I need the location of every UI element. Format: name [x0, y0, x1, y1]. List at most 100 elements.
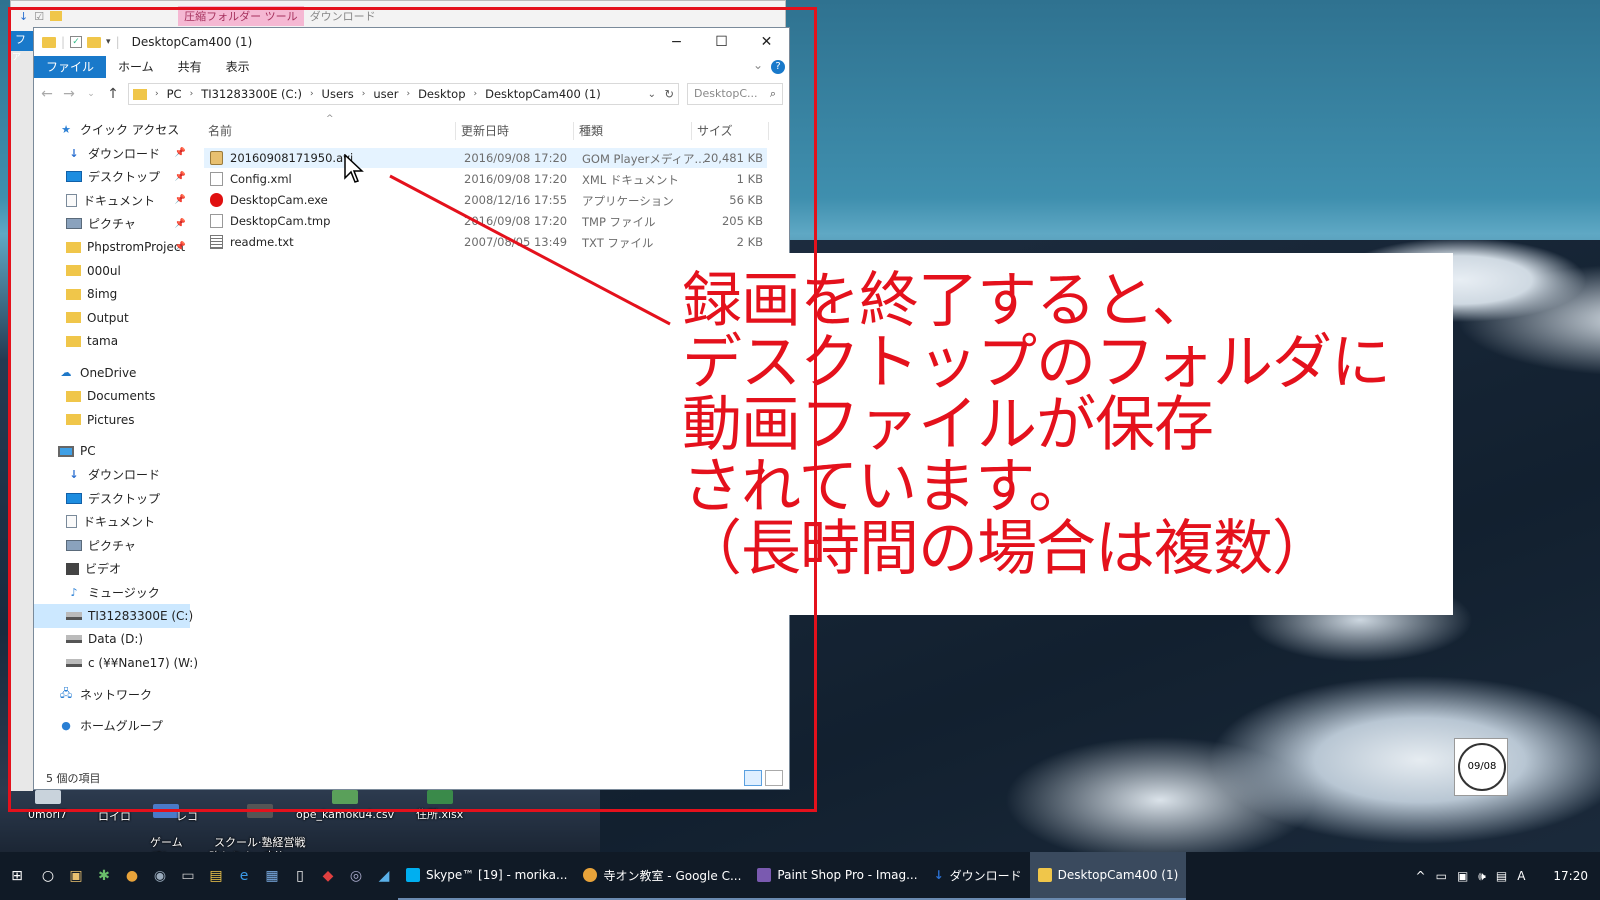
- table-row[interactable]: readme.txt 2007/08/05 13:49 TXT ファイル 2 K…: [204, 232, 767, 252]
- notification-icon[interactable]: ▤: [1496, 869, 1507, 883]
- chevron-right-icon[interactable]: ›: [155, 89, 159, 99]
- pinned-app-icon[interactable]: ▦: [258, 852, 286, 900]
- nav-item-downloads[interactable]: ↓ ダウンロード 📌: [34, 142, 190, 166]
- new-folder-icon[interactable]: [87, 36, 102, 48]
- desktop-icon-0mori7[interactable]: 0mori7: [28, 790, 67, 822]
- chevron-right-icon[interactable]: ›: [190, 89, 194, 99]
- pin-icon[interactable]: 📌: [175, 148, 186, 158]
- nav-homegroup[interactable]: ● ホームグループ: [34, 714, 190, 738]
- address-dropdown-icon[interactable]: ⌄: [648, 89, 656, 100]
- properties-icon[interactable]: ✓: [70, 36, 83, 48]
- pinned-app-icon[interactable]: ▭: [174, 852, 202, 900]
- desktop-icon-xlsx[interactable]: 住所.xlsx: [416, 790, 463, 822]
- column-header-name[interactable]: 名前: [204, 122, 456, 140]
- tab-home[interactable]: ホーム: [106, 56, 166, 78]
- nav-item-pc-videos[interactable]: ビデオ: [34, 557, 190, 581]
- file-explorer-icon[interactable]: ▤: [202, 852, 230, 900]
- details-view-button[interactable]: [744, 770, 762, 786]
- chevron-right-icon[interactable]: ›: [406, 89, 410, 99]
- background-file-tab[interactable]: ファ: [11, 31, 33, 62]
- ime-indicator[interactable]: A: [1517, 869, 1525, 883]
- forward-icon[interactable]: →: [62, 86, 76, 102]
- table-row[interactable]: DesktopCam.tmp 2016/09/08 17:20 TMP ファイル…: [204, 211, 767, 231]
- chevron-right-icon[interactable]: ›: [474, 89, 478, 99]
- breadcrumb-user[interactable]: user: [373, 87, 398, 101]
- column-header-date[interactable]: 更新日時: [457, 122, 574, 140]
- pin-icon[interactable]: 📌: [175, 172, 186, 182]
- nav-item-onedrive-documents[interactable]: Documents: [34, 385, 190, 409]
- expand-ribbon-icon[interactable]: ⌄: [753, 58, 763, 72]
- breadcrumb-current[interactable]: DesktopCam400 (1): [485, 87, 601, 101]
- start-icon[interactable]: ⊞: [0, 852, 34, 900]
- address-bar[interactable]: › PC › TI31283300E (C:) › Users › user ›…: [128, 83, 679, 105]
- pin-icon[interactable]: 📌: [175, 195, 186, 205]
- battery-icon[interactable]: ▭: [1436, 869, 1447, 883]
- taskbar-app-chrome[interactable]: 寺オン教室 - Google C...: [575, 852, 750, 900]
- nav-item-pc-documents[interactable]: ドキュメント: [34, 510, 190, 534]
- taskbar-app-paintshop[interactable]: Paint Shop Pro - Imag...: [749, 852, 926, 900]
- compress-tools-tab[interactable]: 圧縮フォルダー ツール: [178, 6, 304, 26]
- recent-locations-icon[interactable]: ⌄: [84, 89, 98, 99]
- nav-item-pc-pictures[interactable]: ピクチャ: [34, 534, 190, 558]
- taskbar-app-downloads[interactable]: ↓ ダウンロード: [925, 852, 1030, 900]
- nav-item-pictures[interactable]: ピクチャ 📌: [34, 212, 190, 236]
- volume-icon[interactable]: 🕪: [1478, 869, 1486, 884]
- chrome-icon[interactable]: ●: [118, 852, 146, 900]
- pinned-app-icon[interactable]: ▣: [62, 852, 90, 900]
- nav-item-output[interactable]: Output: [34, 306, 190, 330]
- nav-item-pc-downloads[interactable]: ↓ ダウンロード: [34, 463, 190, 487]
- pinned-app-icon[interactable]: ◉: [146, 852, 174, 900]
- nav-item-onedrive-pictures[interactable]: Pictures: [34, 408, 190, 432]
- pinned-app-icon[interactable]: ◆: [314, 852, 342, 900]
- nav-item-drive-w[interactable]: c (¥¥Nane17) (W:): [34, 651, 198, 675]
- network-icon[interactable]: ▣: [1457, 869, 1468, 883]
- pinned-app-icon[interactable]: ◢: [370, 852, 398, 900]
- clock-widget[interactable]: 09/08: [1454, 738, 1508, 796]
- clock-time[interactable]: 17:20: [1553, 869, 1588, 883]
- chevron-up-icon[interactable]: ^: [1416, 869, 1426, 883]
- nav-item-pc-desktop[interactable]: デスクトップ: [34, 487, 190, 511]
- pin-icon[interactable]: 📌: [175, 242, 186, 252]
- refresh-icon[interactable]: ↻: [664, 87, 674, 101]
- maximize-button[interactable]: ☐: [699, 28, 744, 56]
- breadcrumb-drive[interactable]: TI31283300E (C:): [201, 87, 302, 101]
- breadcrumb-users[interactable]: Users: [322, 87, 354, 101]
- nav-item-tama[interactable]: tama: [34, 330, 190, 354]
- back-icon[interactable]: ←: [40, 86, 54, 102]
- pinned-app-icon[interactable]: ✱: [90, 852, 118, 900]
- large-icons-view-button[interactable]: [765, 770, 783, 786]
- search-icon[interactable]: ⌕: [770, 87, 776, 101]
- desktop-icon-csv[interactable]: ope_kamoku4.csv: [296, 790, 394, 822]
- edge-icon[interactable]: e: [230, 852, 258, 900]
- table-row[interactable]: DesktopCam.exe 2008/12/16 17:55 アプリケーション…: [204, 190, 767, 210]
- customize-dropdown-icon[interactable]: ▾: [106, 37, 111, 47]
- nav-onedrive[interactable]: ☁ OneDrive: [34, 361, 190, 385]
- nav-item-phpstorm[interactable]: PhpstromProject 📌: [34, 236, 190, 260]
- search-circle-icon[interactable]: ○: [34, 852, 62, 900]
- breadcrumb-desktop[interactable]: Desktop: [418, 87, 465, 101]
- nav-item-drive-c[interactable]: TI31283300E (C:): [34, 604, 193, 628]
- desktop-icon-reco[interactable]: レコ: [176, 810, 198, 824]
- pinned-app-icon[interactable]: ◎: [342, 852, 370, 900]
- tab-file[interactable]: ファイル: [34, 56, 107, 78]
- taskbar-app-explorer[interactable]: DesktopCam400 (1): [1029, 852, 1187, 900]
- nav-pc[interactable]: PC: [34, 440, 190, 464]
- close-button[interactable]: ✕: [744, 28, 789, 56]
- nav-item-desktop[interactable]: デスクトップ 📌: [34, 165, 190, 189]
- tab-share[interactable]: 共有: [166, 56, 214, 78]
- minimize-button[interactable]: −: [654, 28, 699, 56]
- tab-view[interactable]: 表示: [214, 56, 262, 78]
- pinned-app-icon[interactable]: ▯: [286, 852, 314, 900]
- help-icon[interactable]: ?: [771, 60, 785, 74]
- up-icon[interactable]: ↑: [106, 86, 120, 102]
- pin-icon[interactable]: 📌: [175, 219, 186, 229]
- nav-item-000ul[interactable]: 000ul: [34, 259, 190, 283]
- nav-item-8img[interactable]: 8img: [34, 283, 190, 307]
- nav-item-documents[interactable]: ドキュメント 📌: [34, 189, 190, 213]
- chevron-right-icon[interactable]: ›: [362, 89, 366, 99]
- nav-network[interactable]: 🖧 ネットワーク: [34, 683, 190, 707]
- table-row[interactable]: 20160908171950.avi 2016/09/08 17:20 GOM …: [204, 148, 767, 168]
- chevron-right-icon[interactable]: ›: [310, 89, 314, 99]
- taskbar-app-skype[interactable]: Skype™ [19] - morika...: [398, 852, 576, 900]
- table-row[interactable]: Config.xml 2016/09/08 17:20 XML ドキュメント 1…: [204, 169, 767, 189]
